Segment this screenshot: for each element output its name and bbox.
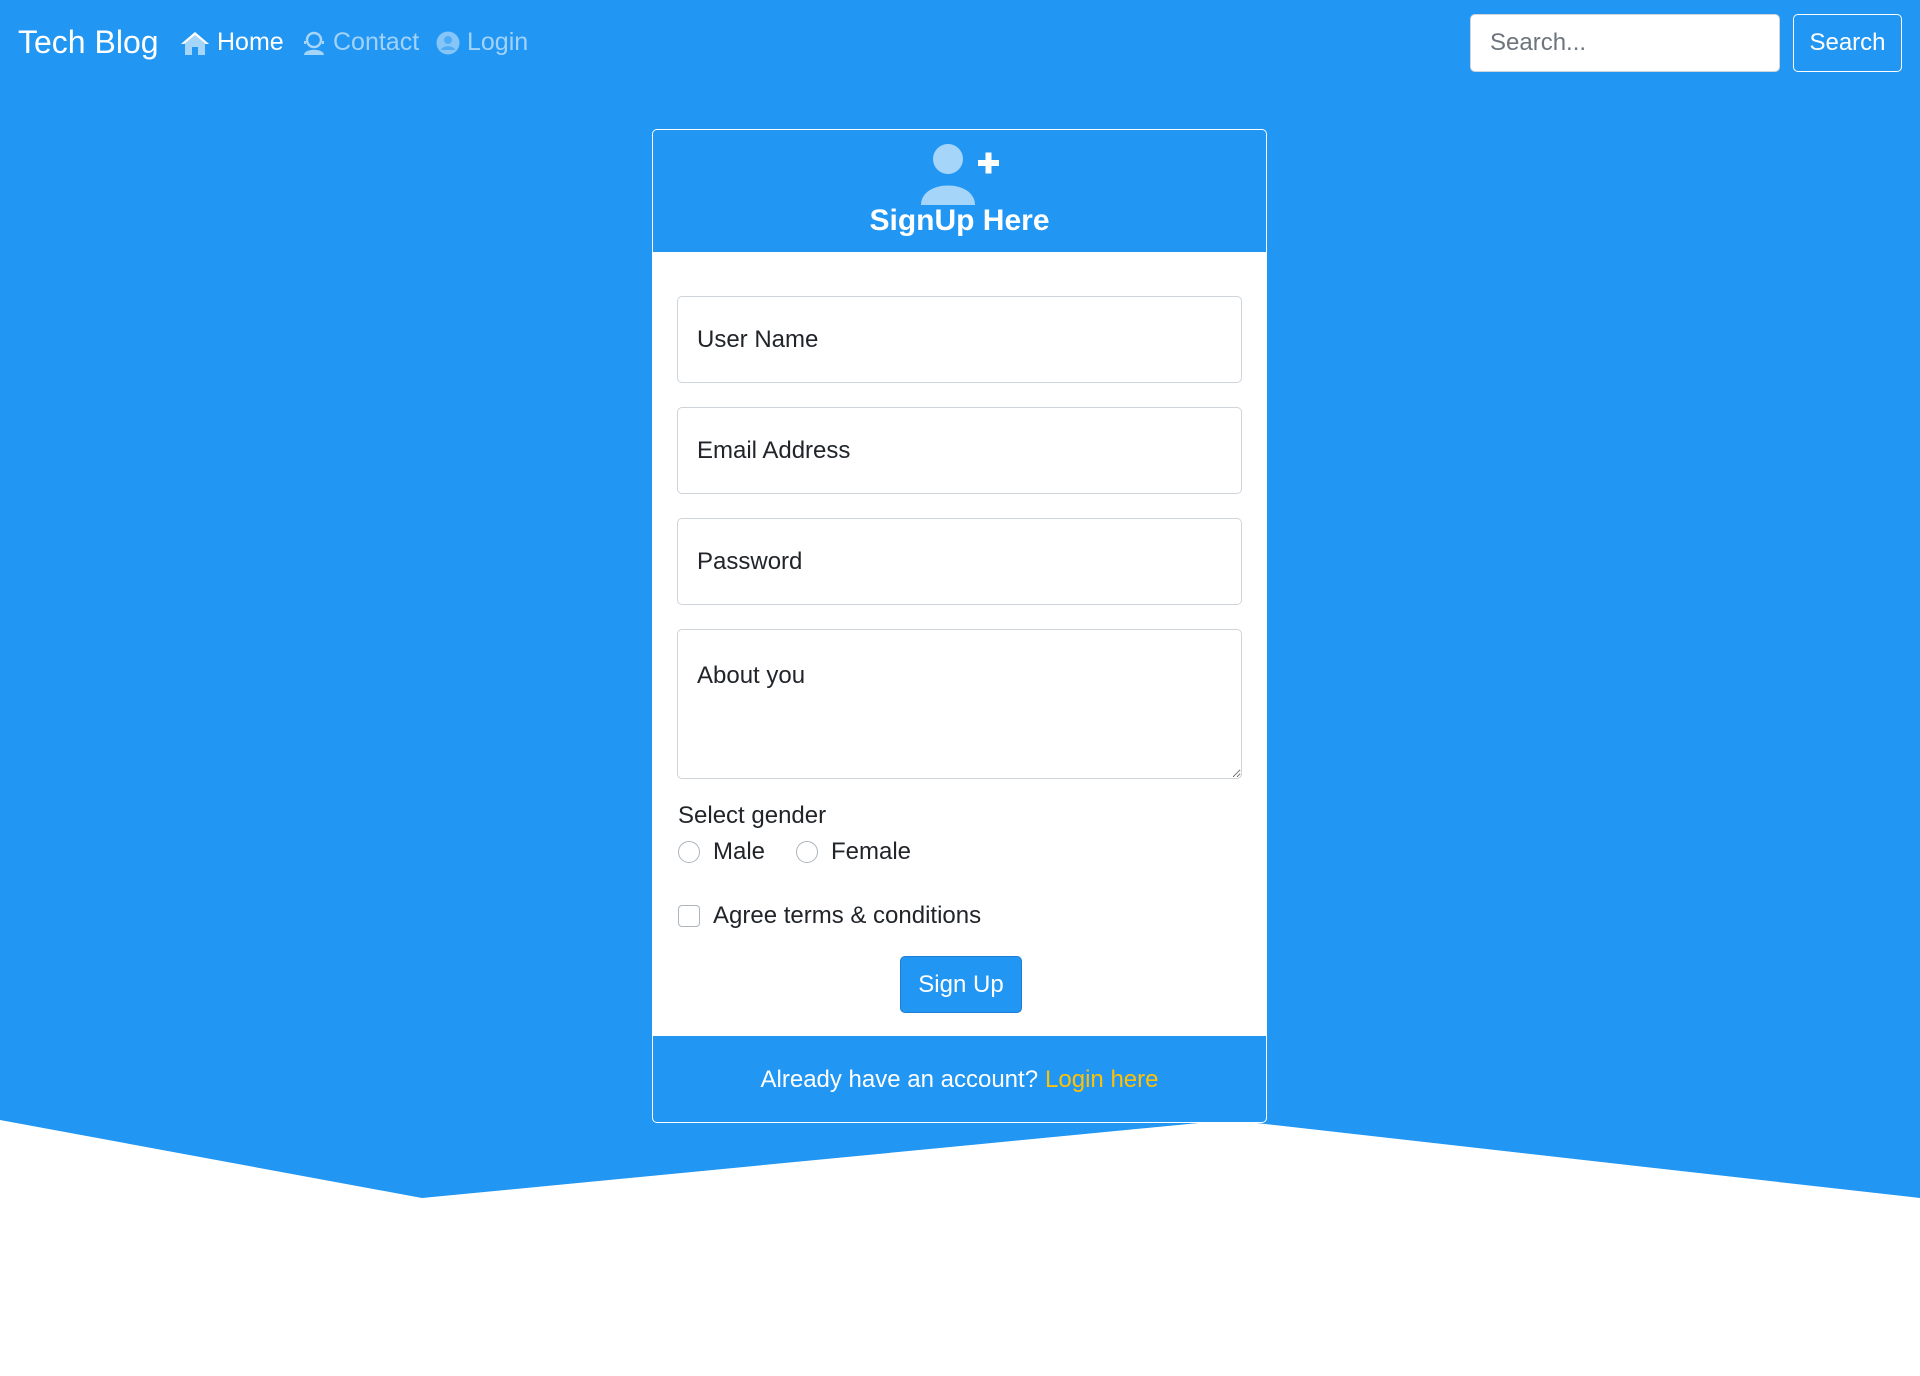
login-here-link[interactable]: Login here [1045, 1066, 1158, 1094]
username-input[interactable] [677, 296, 1242, 383]
nav-login-label: Login [467, 28, 529, 56]
gender-female-label: Female [831, 838, 912, 865]
nav-home[interactable]: Home [180, 28, 284, 57]
signup-title: SignUp Here [869, 204, 1050, 237]
contact-icon [302, 30, 326, 56]
password-input[interactable] [677, 518, 1242, 605]
nav-home-label: Home [217, 28, 284, 56]
terms-checkbox[interactable] [678, 905, 700, 927]
nav-login[interactable]: Login [436, 28, 528, 57]
email-input[interactable] [677, 407, 1242, 494]
user-plus-icon [921, 143, 999, 210]
gender-male-label: Male [713, 838, 766, 865]
gender-male-radio[interactable] [678, 841, 700, 863]
gender-male-option[interactable]: Male [678, 838, 765, 866]
gender-female-option[interactable]: Female [796, 838, 911, 866]
about-textarea[interactable] [677, 629, 1242, 779]
search-input[interactable] [1470, 14, 1780, 72]
gender-female-radio[interactable] [796, 841, 818, 863]
terms-label: Agree terms & conditions [713, 902, 982, 929]
terms-option[interactable]: Agree terms & conditions [678, 902, 981, 930]
nav-contact-label: Contact [333, 28, 420, 56]
signup-card: SignUp Here Select gender Male Female Ag… [652, 129, 1267, 1123]
signup-card-footer: Already have an account? Login here [653, 1036, 1266, 1122]
signup-card-header: SignUp Here [653, 130, 1266, 252]
footer-text: Already have an account? [760, 1066, 1039, 1093]
user-circle-icon [436, 31, 460, 55]
sign-up-button[interactable]: Sign Up [900, 956, 1022, 1013]
gender-label: Select gender [678, 802, 827, 829]
home-icon [180, 30, 210, 56]
brand-logo[interactable]: Tech Blog [18, 24, 159, 61]
navbar: Tech Blog Home Contact Login Search [0, 0, 1920, 88]
search-button[interactable]: Search [1793, 14, 1902, 72]
nav-contact[interactable]: Contact [302, 28, 419, 57]
